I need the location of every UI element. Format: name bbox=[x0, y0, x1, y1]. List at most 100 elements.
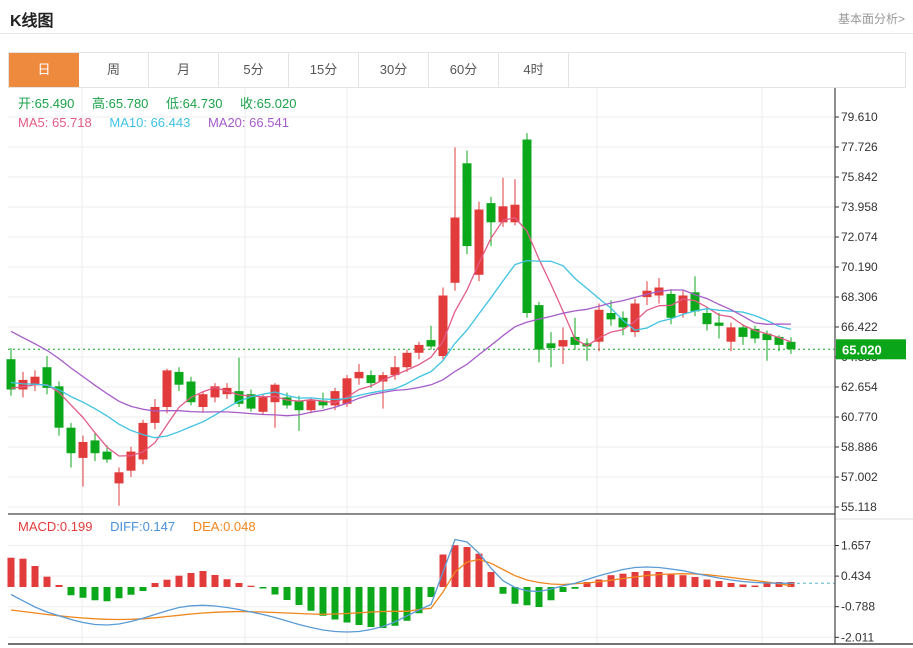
macd-bar bbox=[752, 586, 759, 588]
kline-chart-area[interactable]: 79.61077.72675.84273.95872.07470.19068.3… bbox=[0, 88, 913, 648]
dea-label: DEA: bbox=[193, 519, 223, 534]
macd-bar bbox=[32, 566, 39, 587]
macd-bar bbox=[284, 587, 291, 600]
macd-bar bbox=[200, 571, 207, 587]
diff-value: 0.147 bbox=[143, 519, 176, 534]
macd-bar bbox=[68, 587, 75, 595]
candle-body bbox=[487, 203, 496, 222]
candle-body bbox=[331, 391, 340, 405]
candle-body bbox=[343, 378, 352, 404]
candle-body bbox=[103, 452, 112, 460]
candle-body bbox=[367, 375, 376, 383]
macd-bar bbox=[620, 574, 627, 587]
tab-day[interactable]: 日 bbox=[9, 53, 79, 87]
candle-body bbox=[355, 372, 364, 378]
candle-body bbox=[307, 401, 316, 411]
fundamental-analysis-link[interactable]: 基本面分析> bbox=[838, 10, 905, 27]
candle-body bbox=[715, 323, 724, 326]
candle-body bbox=[463, 163, 472, 246]
macd-bar bbox=[464, 547, 471, 587]
macd-bar bbox=[20, 559, 27, 587]
candle-body bbox=[679, 296, 688, 314]
ma10-value: 66.443 bbox=[151, 115, 191, 130]
open-label: 开: bbox=[18, 96, 35, 111]
candle-body bbox=[535, 305, 544, 350]
candle-body bbox=[115, 472, 124, 483]
candle-body bbox=[511, 205, 520, 223]
macd-bar bbox=[704, 580, 711, 588]
price-tick-label: 57.002 bbox=[841, 470, 878, 484]
price-tick-label: 75.842 bbox=[841, 170, 878, 184]
macd-bar bbox=[164, 580, 171, 587]
macd-bar bbox=[644, 571, 651, 587]
candle-body bbox=[607, 313, 616, 319]
ma5-line bbox=[11, 218, 791, 456]
close-label: 收: bbox=[240, 96, 257, 111]
tab-month[interactable]: 月 bbox=[149, 53, 219, 87]
tab-week[interactable]: 周 bbox=[79, 53, 149, 87]
candle-body bbox=[151, 407, 160, 423]
candle-body bbox=[727, 327, 736, 341]
macd-bar bbox=[356, 587, 363, 625]
macd-bar bbox=[128, 587, 135, 595]
macd-bar bbox=[176, 576, 183, 587]
macd-bar bbox=[572, 587, 579, 589]
macd-bar bbox=[476, 554, 483, 587]
ma10-label: MA10: bbox=[109, 115, 147, 130]
macd-bar bbox=[212, 575, 219, 587]
tab-15min[interactable]: 15分 bbox=[289, 53, 359, 87]
macd-legend: MACD:0.199 DIFF:0.147 DEA:0.048 bbox=[18, 519, 270, 534]
tabbar-filler bbox=[569, 53, 905, 87]
candle-body bbox=[91, 440, 100, 453]
candle-body bbox=[547, 343, 556, 348]
macd-bar bbox=[536, 587, 543, 607]
macd-histogram-layer bbox=[8, 545, 795, 628]
candle-body bbox=[559, 340, 568, 346]
candle-body bbox=[163, 370, 172, 407]
macd-bar bbox=[368, 587, 375, 627]
macd-tick-label: -0.788 bbox=[841, 600, 875, 614]
candle-body bbox=[523, 140, 532, 314]
candle-body bbox=[79, 442, 88, 458]
macd-bar bbox=[8, 558, 15, 587]
candle-body bbox=[7, 359, 16, 389]
candle-body bbox=[427, 340, 436, 346]
macd-bar bbox=[104, 587, 111, 601]
tab-4hour[interactable]: 4时 bbox=[499, 53, 569, 87]
candle-body bbox=[67, 428, 76, 454]
macd-bar bbox=[500, 587, 507, 594]
kline-canvas[interactable]: 79.61077.72675.84273.95872.07470.19068.3… bbox=[0, 88, 913, 648]
macd-bar bbox=[680, 575, 687, 587]
candles-layer bbox=[7, 133, 796, 506]
high-value: 65.780 bbox=[109, 96, 149, 111]
macd-bar bbox=[344, 587, 351, 623]
macd-value: 0.199 bbox=[60, 519, 93, 534]
ma20-label: MA20: bbox=[208, 115, 246, 130]
macd-bar bbox=[296, 587, 303, 605]
candle-body bbox=[259, 397, 268, 411]
macd-bar bbox=[224, 579, 231, 587]
candle-body bbox=[295, 401, 304, 411]
macd-bar bbox=[668, 574, 675, 587]
macd-bar bbox=[152, 583, 159, 587]
macd-bar bbox=[596, 580, 603, 588]
ma20-value: 66.541 bbox=[249, 115, 289, 130]
macd-bar bbox=[56, 585, 63, 587]
macd-bar bbox=[260, 587, 267, 589]
price-tick-label: 77.726 bbox=[841, 140, 878, 154]
macd-bar bbox=[392, 587, 399, 626]
macd-bar bbox=[80, 587, 87, 598]
candle-body bbox=[19, 380, 28, 390]
macd-bar bbox=[236, 583, 243, 587]
ma5-label: MA5: bbox=[18, 115, 48, 130]
price-tick-label: 72.074 bbox=[841, 230, 878, 244]
current-price-tag-label: 65.020 bbox=[842, 342, 882, 357]
tab-5min[interactable]: 5分 bbox=[219, 53, 289, 87]
candle-body bbox=[475, 210, 484, 275]
price-tick-label: 55.118 bbox=[841, 500, 877, 514]
low-label: 低: bbox=[166, 96, 183, 111]
tab-30min[interactable]: 30分 bbox=[359, 53, 429, 87]
tab-60min[interactable]: 60分 bbox=[429, 53, 499, 87]
candle-body bbox=[403, 353, 412, 367]
high-label: 高: bbox=[92, 96, 109, 111]
